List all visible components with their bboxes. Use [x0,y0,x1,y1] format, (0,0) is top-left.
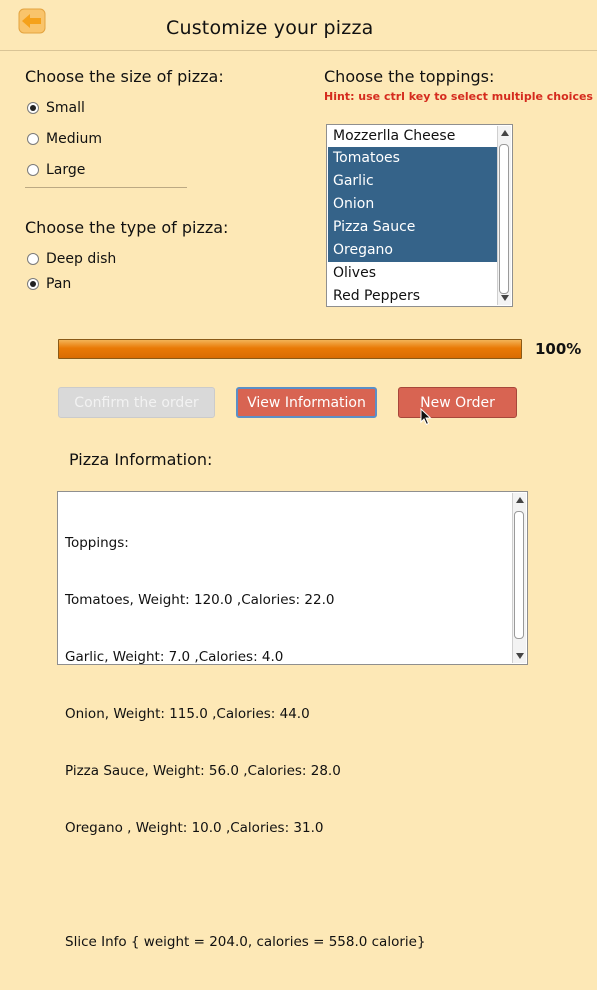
mouse-pointer-icon [420,407,432,426]
toppings-listbox[interactable]: Mozzerlla Cheese Tomatoes Garlic Onion P… [326,124,513,307]
topping-item[interactable]: Garlic [328,170,498,193]
scroll-down-icon[interactable] [516,653,524,659]
scroll-thumb[interactable] [514,511,524,639]
type-option-deep-dish[interactable]: Deep dish [27,251,116,267]
size-option-label: Large [46,162,86,178]
window-title: Customize your pizza [166,17,374,39]
info-line: Onion, Weight: 115.0 ,Calories: 44.0 [65,706,310,722]
scroll-thumb[interactable] [499,144,509,294]
back-arrow-icon[interactable] [18,8,46,34]
info-line: Tomatoes, Weight: 120.0 ,Calories: 22.0 [65,592,335,608]
radio-button[interactable] [27,278,39,290]
size-option-label: Small [46,100,85,116]
header-divider [0,50,597,51]
size-heading: Choose the size of pizza: [25,67,224,86]
info-line: Oregano , Weight: 10.0 ,Calories: 31.0 [65,820,324,836]
info-line: Pizza Sauce, Weight: 56.0 ,Calories: 28.… [65,763,341,779]
type-option-label: Pan [46,276,72,292]
progress-fill [59,340,521,358]
info-line [65,876,426,895]
info-line: Garlic, Weight: 7.0 ,Calories: 4.0 [65,649,284,665]
radio-button[interactable] [27,164,39,176]
size-option-large[interactable]: Large [27,162,85,178]
info-scrollbar[interactable] [512,493,526,663]
new-order-button[interactable]: New Order [398,387,517,418]
section-divider [25,187,187,188]
topping-item[interactable]: Red Peppers [328,285,498,308]
type-option-label: Deep dish [46,251,117,267]
progress-bar [58,339,522,359]
info-line: Slice Info { weight = 204.0, calories = … [65,934,426,950]
info-line: Toppings: [65,535,129,551]
toppings-heading: Choose the toppings: [324,67,495,86]
scroll-up-icon[interactable] [516,497,524,503]
progress-label: 100% [535,340,582,358]
toppings-hint: Hint: use ctrl key to select multiple ch… [324,90,593,103]
topping-item[interactable]: Pizza Sauce [328,216,498,239]
size-option-small[interactable]: Small [27,100,85,116]
radio-button[interactable] [27,102,39,114]
size-option-medium[interactable]: Medium [27,131,102,147]
info-textarea[interactable]: Toppings: Tomatoes, Weight: 120.0 ,Calor… [57,491,528,950]
type-heading: Choose the type of pizza: [25,218,229,237]
info-text: Toppings: Tomatoes, Weight: 120.0 ,Calor… [65,496,426,990]
info-heading: Pizza Information: [69,450,213,469]
view-information-button[interactable]: View Information [236,387,377,418]
topping-item[interactable]: Tomatoes [328,147,498,170]
scroll-down-icon[interactable] [501,295,509,301]
topping-item[interactable]: Oregano [328,239,498,262]
size-option-label: Medium [46,131,102,147]
radio-button[interactable] [27,253,39,265]
toppings-scrollbar[interactable] [497,126,511,305]
topping-item[interactable]: Olives [328,262,498,285]
topping-item[interactable]: Mozzerlla Cheese [328,125,498,148]
scroll-up-icon[interactable] [501,130,509,136]
topping-item[interactable]: Onion [328,193,498,216]
type-option-pan[interactable]: Pan [27,276,71,292]
radio-button[interactable] [27,133,39,145]
confirm-order-button[interactable]: Confirm the order [58,387,215,418]
